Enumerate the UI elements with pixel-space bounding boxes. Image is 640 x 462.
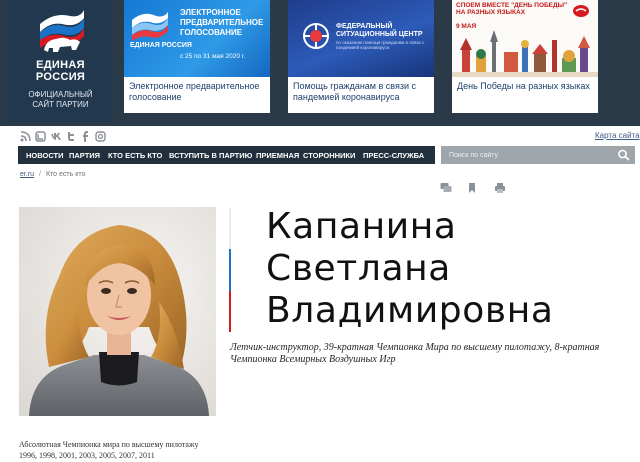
logo-subtitle-line2: САЙТ ПАРТИИ (32, 100, 89, 109)
logo-title-line2: РОССИЯ (35, 71, 86, 83)
logo-subtitle-line1: ОФИЦИАЛЬНЫЙ (28, 90, 93, 99)
search-input[interactable] (449, 149, 609, 161)
party-logo[interactable]: ЕДИНАЯ РОССИЯ ОФИЦИАЛЬНЫЙ САЙТ ПАРТИИ (8, 0, 113, 122)
promo-victory-day[interactable]: СПОЕМ ВМЕСТЕ "ДЕНЬ ПОБЕДЫ" НА РАЗНЫХ ЯЗЫ… (452, 0, 598, 113)
facebook-icon[interactable] (80, 131, 91, 142)
breadcrumb-home-link[interactable]: er.ru (20, 171, 34, 178)
top-banner: ЕДИНАЯ РОССИЯ ОФИЦИАЛЬНЫЙ САЙТ ПАРТИИ ЕД… (0, 0, 640, 126)
bear-emblem-icon (40, 10, 84, 52)
breadcrumb-separator: / (39, 171, 41, 178)
promo-victory-day-caption[interactable]: День Победы на разных языках (457, 81, 597, 92)
portrait-illustration (19, 207, 216, 416)
promo-situation-center-title: ФЕДЕРАЛЬНЫЙ СИТУАЦИОННЫЙ ЦЕНТР (336, 23, 423, 38)
search-bar (441, 146, 635, 164)
nav-item-who-is-who[interactable]: КТО ЕСТЬ КТО (108, 151, 162, 160)
promo-victory-day-title: СПОЕМ ВМЕСТЕ "ДЕНЬ ПОБЕДЫ" НА РАЗНЫХ ЯЗЫ… (456, 2, 568, 16)
nav-item-join-party[interactable]: ВСТУПИТЬ В ПАРТИЮ (169, 151, 252, 160)
sitemap-link[interactable]: Карта сайта (595, 131, 640, 140)
profile-position: Летчик-инструктор, 39-кратная Чемпионка … (230, 342, 600, 365)
promo-situation-center-subtitle: по оказанию помощи гражданам в связи с п… (336, 40, 425, 50)
search-icon[interactable] (617, 149, 631, 161)
breadcrumb: er.ru / Кто есть кто (20, 171, 85, 178)
promo-coronavirus-help[interactable]: ФЕДЕРАЛЬНЫЙ СИТУАЦИОННЫЙ ЦЕНТР по оказан… (288, 0, 434, 113)
bookmark-icon[interactable] (466, 182, 478, 194)
tricolor-divider (229, 208, 231, 332)
divider-red-segment (229, 291, 231, 332)
profile-surname: Капанина (266, 206, 457, 247)
promo-coronavirus-caption[interactable]: Помощь гражданам в связи с пандемией кор… (293, 81, 433, 103)
divider-blue-segment (229, 249, 231, 291)
promo-voting-image-title: ЭЛЕКТРОННОЕ ПРЕДВАРИТЕЛЬНОЕ ГОЛОСОВАНИЕ (180, 8, 264, 37)
comment-icon[interactable] (440, 182, 452, 194)
promo-voting-brand: ЕДИНАЯ РОССИЯ (130, 42, 192, 49)
profile-patronymic: Владимировна (266, 290, 554, 331)
nav-item-news[interactable]: НОВОСТИ (26, 151, 64, 160)
promo-voting-dates: с 25 по 31 мая 2020 г. (180, 53, 246, 60)
profile-photo (19, 207, 216, 416)
vk-icon[interactable] (50, 131, 61, 142)
breadcrumb-current: Кто есть кто (45, 171, 86, 178)
promo-voting-caption[interactable]: Электронное предварительное голосование (129, 81, 269, 103)
instagram-icon[interactable] (95, 131, 106, 142)
promo-voting-image: ЕДИНАЯ РОССИЯ ЭЛЕКТРОННОЕ ПРЕДВАРИТЕЛЬНО… (124, 0, 270, 77)
nav-item-press[interactable]: ПРЕСС-СЛУЖБА (363, 151, 424, 160)
profile-bio-years: 1996, 1998, 2001, 2003, 2005, 2007, 2011 (19, 451, 155, 460)
world-landmarks-illustration-icon (452, 30, 598, 77)
print-icon[interactable] (494, 182, 506, 194)
promo-situation-center-image: ФЕДЕРАЛЬНЫЙ СИТУАЦИОННЫЙ ЦЕНТР по оказан… (288, 0, 434, 77)
divider-white-segment (229, 208, 231, 249)
twitter-icon[interactable] (65, 131, 76, 142)
profile-bio-title: Абсолютная Чемпионка мира по высшему пил… (19, 440, 199, 449)
party-flag-icon (132, 12, 168, 41)
logo-title-line1: ЕДИНАЯ (36, 59, 85, 71)
main-navigation: НОВОСТИ ПАРТИЯ КТО ЕСТЬ КТО ВСТУПИТЬ В П… (18, 146, 435, 164)
lj-icon[interactable] (35, 131, 46, 142)
party-badge-icon (573, 5, 589, 17)
profile-first-name: Светлана (266, 248, 451, 289)
nav-item-reception[interactable]: ПРИЕМНАЯ (256, 151, 299, 160)
promo-electronic-voting[interactable]: ЕДИНАЯ РОССИЯ ЭЛЕКТРОННОЕ ПРЕДВАРИТЕЛЬНО… (124, 0, 270, 113)
situation-center-emblem-icon (303, 23, 329, 49)
rss-icon[interactable] (20, 131, 31, 142)
promo-victory-day-image: СПОЕМ ВМЕСТЕ "ДЕНЬ ПОБЕДЫ" НА РАЗНЫХ ЯЗЫ… (452, 0, 598, 77)
nav-item-party[interactable]: ПАРТИЯ (69, 151, 100, 160)
nav-item-supporters[interactable]: СТОРОННИКИ (303, 151, 355, 160)
